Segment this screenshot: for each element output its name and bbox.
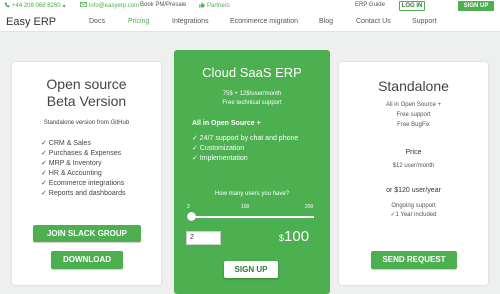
price-label: Price <box>405 149 422 156</box>
cloud-saas-price: 75$ + 12$/user/month Free technical supp… <box>174 90 330 108</box>
slider-min-label: 2 <box>187 204 190 210</box>
feature-item: ✓ Reports and dashboards <box>41 190 126 197</box>
nav-item-pricing[interactable]: Pricing <box>128 18 149 25</box>
book-presale-link[interactable]: Book PM/Presale <box>140 2 186 8</box>
partners-link[interactable]: Partners <box>199 2 230 10</box>
feature-item: ✓ Ecommerce integrations <box>41 180 125 187</box>
users-slider-handle[interactable] <box>187 212 196 221</box>
slider-max-label: 200 <box>305 204 314 210</box>
phone-contact[interactable]: +44 208 068 8260 ▾ <box>4 2 66 10</box>
feature-item: ✓ CRM & Sales <box>41 140 91 147</box>
phone-number: +44 208 068 8260 <box>12 3 61 9</box>
feature-item: ✓ HR & Accounting <box>41 170 102 177</box>
open-source-plan-card: Open source Beta Version Standalone vers… <box>12 62 161 285</box>
signup-button[interactable]: SIGN UP <box>458 1 494 11</box>
standalone-description: All in Open Source + Free support Free B… <box>339 100 488 130</box>
standalone-desc-line: Free support <box>396 112 431 118</box>
nav-item-docs[interactable]: Docs <box>89 18 105 25</box>
nav-item-support[interactable]: Support <box>412 18 437 25</box>
users-count-input[interactable]: 2 <box>186 231 221 245</box>
download-button[interactable]: DOWNLOAD <box>51 251 123 269</box>
slider-mid-label: 100 <box>241 204 250 210</box>
standalone-desc-line: All in Open Source + <box>385 102 442 108</box>
nav-item-integrations[interactable]: Integrations <box>172 18 209 25</box>
ongoing-support-line: Ongoing support <box>391 203 436 209</box>
total-price: $100 <box>279 228 309 245</box>
feature-item: ✓ Purchases & Expenses <box>41 150 122 157</box>
brand-logo[interactable]: Easy ERP <box>6 16 56 28</box>
ongoing-support: Ongoing support ✓1 Year included <box>339 202 488 220</box>
feature-item: ✓ 24/7 support by chat and phone <box>192 135 299 142</box>
users-question: How many users you have? <box>214 191 290 197</box>
cloud-saas-title: Cloud SaaS ERP <box>202 65 302 80</box>
nav-item-blog[interactable]: Blog <box>319 18 333 25</box>
open-source-subtitle: Standalone version from GitHub <box>43 120 130 126</box>
feature-item: ✓ MRP & Inventory <box>41 160 102 167</box>
open-source-title: Open source Beta Version <box>12 76 161 110</box>
cloud-saas-feature-list: ✓ 24/7 support by chat and phone ✓ Custo… <box>192 134 298 164</box>
cloud-saas-support-line: Free technical support <box>222 100 282 106</box>
standalone-desc-line: Free BugFix <box>397 122 430 128</box>
partners-label: Partners <box>207 3 230 9</box>
email-address: info@easyerp.com <box>89 2 140 9</box>
nav-item-contact-us[interactable]: Contact Us <box>356 18 391 25</box>
standalone-title: Standalone <box>378 78 449 94</box>
cloud-saas-price-line: 75$ + 12$/user/month <box>222 91 282 97</box>
open-source-feature-list: ✓ CRM & Sales ✓ Purchases & Expenses ✓ M… <box>41 139 125 199</box>
top-contact-bar: +44 208 068 8260 ▾ info@easyerp.com Book… <box>0 0 500 12</box>
login-button[interactable]: LOG IN <box>399 1 425 11</box>
feature-item: ✓ Implementation <box>192 155 248 162</box>
all-in-open-source-label: All in Open Source + <box>192 120 261 127</box>
erp-guide-link[interactable]: ERP Guide <box>355 2 385 8</box>
thumbs-up-icon <box>199 2 205 10</box>
price-per-year: or $120 user/year <box>386 187 441 194</box>
standalone-plan-card: Standalone All in Open Source + Free sup… <box>339 62 488 285</box>
total-price-value: 100 <box>284 228 310 245</box>
open-source-title-line1: Open source <box>46 76 127 92</box>
ongoing-support-line: ✓1 Year included <box>390 212 437 218</box>
open-source-title-line2: Beta Version <box>46 93 127 109</box>
price-per-month: $12 user/month <box>392 163 435 169</box>
saas-signup-button[interactable]: SIGN UP <box>224 261 278 278</box>
mail-icon <box>80 2 87 9</box>
join-slack-group-button[interactable]: JOIN SLACK GROUP <box>33 225 141 242</box>
cloud-saas-plan-card: Cloud SaaS ERP 75$ + 12$/user/month Free… <box>174 50 330 294</box>
book-presale-label: Book PM/Presale <box>140 2 187 8</box>
feature-item: ✓ Customization <box>192 145 245 152</box>
nav-item-ecommerce-migration[interactable]: Ecommerce migration <box>230 18 298 25</box>
email-contact[interactable]: info@easyerp.com <box>80 2 139 9</box>
phone-icon <box>4 2 10 10</box>
main-navbar: Easy ERP Docs Pricing Integrations Ecomm… <box>0 12 500 32</box>
users-slider-track[interactable] <box>190 216 314 218</box>
chevron-down-icon: ▾ <box>62 3 66 10</box>
send-request-button[interactable]: SEND REQUEST <box>371 251 457 269</box>
